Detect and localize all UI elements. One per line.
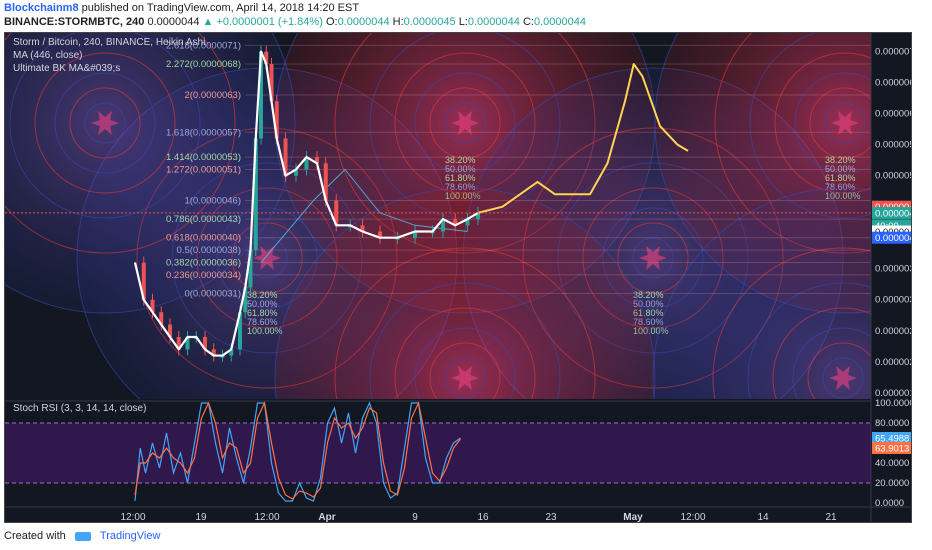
x-tick-label: 14 — [757, 512, 769, 522]
y-tick-label: 0.0000025 — [875, 326, 911, 337]
publish-header: Blockchainm8 published on TradingView.co… — [4, 2, 359, 14]
close-label: C: — [522, 16, 534, 28]
publish-info: published on TradingView.com, April 14, … — [81, 2, 360, 14]
fib-level-label: 1.272(0.0000051) — [166, 164, 241, 175]
y-tick-label: 0.0000050 — [875, 171, 911, 182]
fib-level-label: 0(0.0000031) — [184, 289, 241, 300]
fib-level-label: 1.414(0.0000053) — [166, 152, 241, 163]
low-label: L: — [458, 16, 468, 28]
rsi-value-label: 63.9013 — [875, 444, 909, 455]
fib-level-label: 1(0.0000046) — [184, 195, 241, 206]
footer: Created with TradingView — [4, 530, 160, 542]
price-tag-label: 0.0000042 — [875, 233, 911, 244]
fib-level-label: 0.382(0.0000036) — [166, 258, 241, 269]
chart-legend-ma: MA (446, close) — [13, 50, 83, 61]
rsi-band — [5, 423, 871, 483]
chart-frame[interactable]: 38.20% 50.00% 61.80% 78.60% 100.00% 38.20% 50.… — [4, 32, 912, 523]
x-tick-label: 12:00 — [680, 512, 705, 522]
footer-created: Created with — [4, 530, 66, 542]
tradingview-logo-icon — [74, 531, 91, 541]
y-tick-label: 0.0000070 — [875, 47, 911, 58]
fib-level-label: 0.236(0.0000034) — [166, 270, 241, 281]
high-value: 0.0000045 — [403, 16, 456, 28]
chart-legend-ultimate: Ultimate BK MA&#039;s — [13, 63, 121, 74]
x-tick-label: 21 — [825, 512, 837, 522]
price-tag-label: 0.0000044 — [875, 208, 911, 219]
fib-circle-label: 100.00% — [247, 326, 283, 336]
author-link[interactable]: Blockchainm8 — [4, 2, 79, 14]
price-change: ▲ +0.0000001 (+1.84%) — [202, 16, 323, 28]
rsi-legend: Stoch RSI (3, 3, 14, 14, close) — [13, 403, 147, 414]
fib-level-label: 2.272(0.0000068) — [166, 59, 241, 70]
low-value: 0.0000044 — [467, 16, 520, 28]
y-tick-label: 0.0000035 — [875, 264, 911, 275]
rsi-tick-label: 40.0000 — [875, 458, 909, 469]
y-tick-label: 0.0000060 — [875, 109, 911, 120]
x-tick-label: 19 — [195, 512, 207, 522]
footer-brand[interactable]: TradingView — [100, 530, 161, 542]
rsi-tick-label: 80.0000 — [875, 418, 909, 429]
y-tick-label: 0.0000065 — [875, 78, 911, 89]
fib-level-label: 0.5(0.0000038) — [177, 245, 241, 256]
x-tick-label: 9 — [412, 512, 418, 522]
fib-level-label: 0.786(0.0000043) — [166, 214, 241, 225]
x-tick-label: 23 — [545, 512, 557, 522]
y-tick-label: 0.0000020 — [875, 357, 911, 368]
open-label: O: — [325, 16, 338, 28]
x-tick-label: 16 — [477, 512, 489, 522]
fib-level-label: 2(0.0000063) — [184, 90, 241, 101]
close-value: 0.0000044 — [533, 16, 586, 28]
open-value: 0.0000044 — [337, 16, 390, 28]
y-tick-label: 0.0000030 — [875, 295, 911, 306]
chart-canvas[interactable]: 38.20%50.00%61.80%78.60%100.00%38.20%50.… — [5, 33, 911, 522]
x-tick-label: May — [623, 512, 643, 522]
rsi-tick-label: 100.0000 — [875, 398, 911, 409]
y-tick-label: 0.0000055 — [875, 140, 911, 151]
last-price: 0.0000044 — [147, 16, 200, 28]
symbol-header: BINANCE:STORMBTC, 240 0.0000044 ▲ +0.000… — [4, 16, 586, 28]
rsi-tick-label: 20.0000 — [875, 478, 909, 489]
x-tick-label: 12:00 — [120, 512, 145, 522]
chart-legend-title: Storm / Bitcoin, 240, BINANCE, Heikin As… — [13, 37, 206, 48]
x-tick-label: 12:00 — [254, 512, 279, 522]
fib-level-label: 1.618(0.0000057) — [166, 127, 241, 138]
fib-level-label: 0.618(0.0000040) — [166, 233, 241, 244]
high-label: H: — [392, 16, 404, 28]
symbol-label: BINANCE:STORMBTC, 240 — [4, 16, 145, 28]
x-tick-label: Apr — [318, 512, 335, 522]
